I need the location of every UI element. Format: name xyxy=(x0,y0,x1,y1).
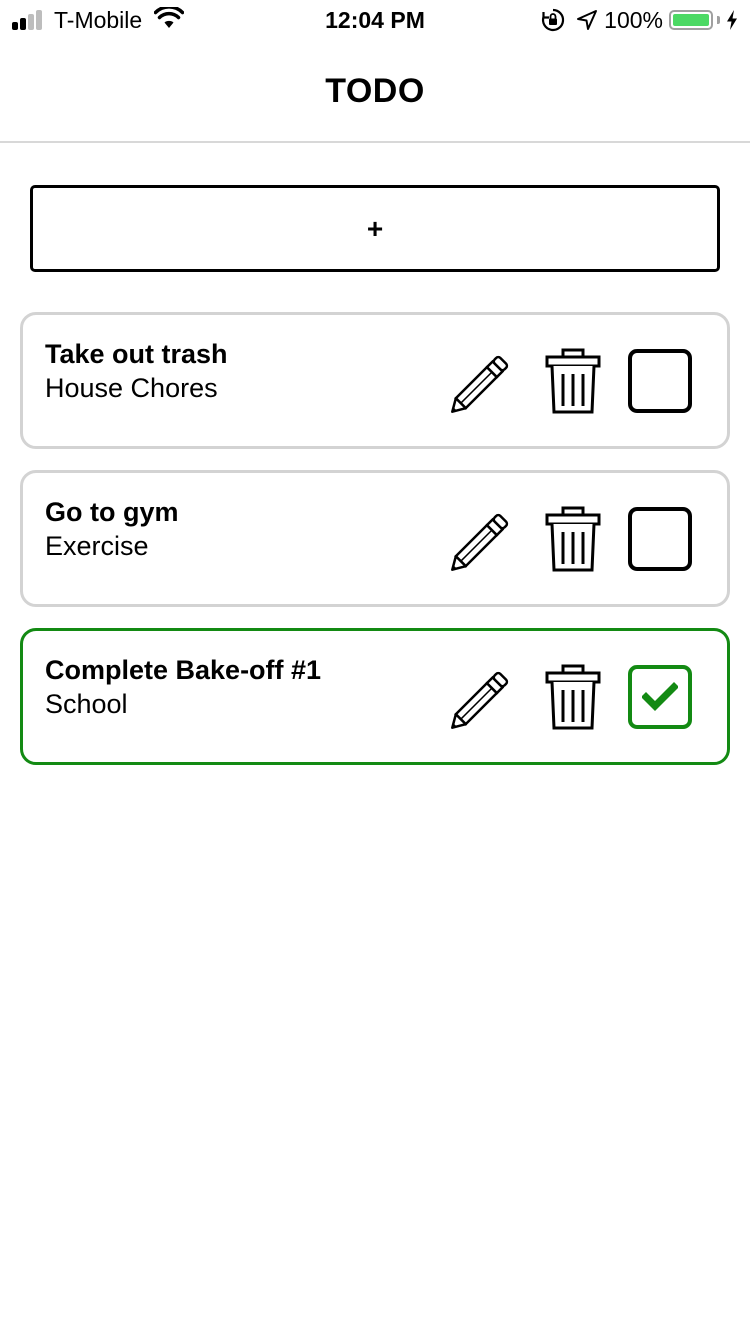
battery-level-fill xyxy=(673,14,709,26)
edit-button[interactable] xyxy=(448,664,516,732)
status-bar: T-Mobile 12:04 PM 100% xyxy=(0,0,750,40)
todo-item: Take out trash House Chores xyxy=(20,312,730,449)
nav-header: TODO xyxy=(0,40,750,143)
battery-percent: 100% xyxy=(604,6,663,33)
battery-cap xyxy=(717,16,720,24)
todo-category: House Chores xyxy=(45,373,218,403)
trash-icon xyxy=(545,506,601,572)
add-todo-button[interactable]: + xyxy=(30,185,720,272)
edit-button[interactable] xyxy=(448,506,516,574)
pencil-icon xyxy=(451,513,509,571)
delete-button[interactable] xyxy=(543,664,603,732)
todo-title: Take out trash xyxy=(45,339,228,369)
todo-title: Complete Bake-off #1 xyxy=(45,655,322,685)
complete-checkbox[interactable] xyxy=(628,507,692,571)
orientation-lock-icon xyxy=(540,7,566,33)
complete-checkbox[interactable] xyxy=(628,665,692,729)
delete-button[interactable] xyxy=(543,506,603,574)
pencil-icon xyxy=(451,671,509,729)
page-title: TODO xyxy=(325,72,425,110)
edit-button[interactable] xyxy=(448,348,516,416)
battery-icon xyxy=(669,10,713,30)
delete-button[interactable] xyxy=(543,348,603,416)
complete-checkbox[interactable] xyxy=(628,349,692,413)
todo-category: Exercise xyxy=(45,531,149,561)
trash-icon xyxy=(545,348,601,414)
todo-item: Complete Bake-off #1 School xyxy=(20,628,730,765)
trash-icon xyxy=(545,664,601,730)
checkmark-icon xyxy=(642,682,678,711)
todo-category: School xyxy=(45,689,128,719)
location-arrow-icon xyxy=(576,9,598,31)
todo-title: Go to gym xyxy=(45,497,179,527)
todo-item: Go to gym Exercise xyxy=(20,470,730,607)
status-bar-right: 100% xyxy=(540,6,738,34)
charging-bolt-icon xyxy=(726,9,738,31)
todo-list: Take out trash House Chores Go to gym Ex… xyxy=(20,312,730,786)
pencil-icon xyxy=(451,355,509,413)
